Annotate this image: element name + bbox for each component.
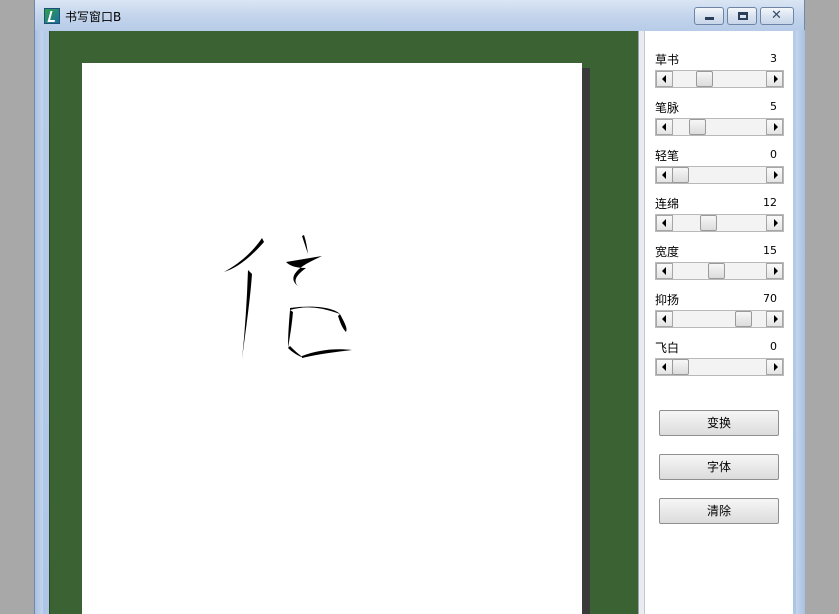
scroll-right-arrow-icon[interactable] bbox=[766, 263, 783, 279]
scroll-right-arrow-icon[interactable] bbox=[766, 167, 783, 183]
caption-buttons: ✕ bbox=[694, 7, 794, 25]
scroll-right-arrow-icon[interactable] bbox=[766, 359, 783, 375]
slider-value-light-stroke: 0 bbox=[770, 148, 777, 161]
slider-thumb[interactable] bbox=[695, 71, 713, 87]
slider-thumb[interactable] bbox=[707, 263, 725, 279]
slider-value-width: 15 bbox=[763, 244, 777, 257]
slider-brush-vein[interactable] bbox=[655, 118, 784, 136]
scroll-left-arrow-icon[interactable] bbox=[656, 71, 673, 87]
slider-value-cadence: 70 bbox=[763, 292, 777, 305]
panel-splitter[interactable] bbox=[638, 31, 645, 614]
slider-label-width: 宽度 bbox=[655, 245, 680, 259]
clear-button[interactable]: 清除 bbox=[659, 498, 779, 524]
scroll-left-arrow-icon[interactable] bbox=[656, 167, 673, 183]
scroll-left-arrow-icon[interactable] bbox=[656, 311, 673, 327]
slider-value-flying-white: 0 bbox=[770, 340, 777, 353]
slider-value-cursive: 3 bbox=[770, 52, 777, 65]
slider-flying-white[interactable] bbox=[655, 358, 784, 376]
slider-width[interactable] bbox=[655, 262, 784, 280]
scroll-right-arrow-icon[interactable] bbox=[766, 215, 783, 231]
slider-label-flying-white: 飞白 bbox=[655, 341, 680, 355]
window-title: 书写窗口B bbox=[65, 10, 122, 24]
slider-label-brush-vein: 笔脉 bbox=[655, 101, 680, 115]
slider-thumb[interactable] bbox=[700, 215, 718, 231]
font-button[interactable]: 字体 bbox=[659, 454, 779, 480]
title-bar[interactable]: 书写窗口B ✕ bbox=[35, 0, 804, 30]
slider-thumb[interactable] bbox=[672, 359, 689, 375]
scroll-left-arrow-icon[interactable] bbox=[656, 215, 673, 231]
slider-label-light-stroke: 轻笔 bbox=[655, 149, 680, 163]
scroll-right-arrow-icon[interactable] bbox=[766, 71, 783, 87]
minimize-icon bbox=[705, 17, 714, 20]
slider-label-cursive: 草书 bbox=[655, 53, 680, 67]
close-button[interactable]: ✕ bbox=[760, 7, 794, 25]
scroll-left-arrow-icon[interactable] bbox=[656, 263, 673, 279]
slider-label-continuity: 连绵 bbox=[655, 197, 680, 211]
maximize-button[interactable] bbox=[727, 7, 757, 25]
calligraphy-character bbox=[224, 235, 352, 360]
control-panel: 草书 3 笔脉 5 轻笔 0 连绵 12 宽度 15 抑扬 70 飞白 0 变换… bbox=[645, 31, 793, 614]
minimize-button[interactable] bbox=[694, 7, 724, 25]
scroll-left-arrow-icon[interactable] bbox=[656, 359, 673, 375]
slider-value-brush-vein: 5 bbox=[770, 100, 777, 113]
slider-cursive[interactable] bbox=[655, 70, 784, 88]
slider-continuity[interactable] bbox=[655, 214, 784, 232]
slider-thumb[interactable] bbox=[672, 167, 689, 183]
desktop-background-left bbox=[0, 0, 34, 614]
maximize-icon bbox=[738, 12, 748, 20]
slider-label-cadence: 抑扬 bbox=[655, 293, 680, 307]
slider-cadence[interactable] bbox=[655, 310, 784, 328]
window-frame-right bbox=[796, 30, 805, 614]
slider-value-continuity: 12 bbox=[763, 196, 777, 209]
scroll-right-arrow-icon[interactable] bbox=[766, 119, 783, 135]
close-icon: ✕ bbox=[771, 8, 782, 23]
transform-button[interactable]: 变换 bbox=[659, 410, 779, 436]
scroll-left-arrow-icon[interactable] bbox=[656, 119, 673, 135]
slider-light-stroke[interactable] bbox=[655, 166, 784, 184]
window-frame-left bbox=[35, 30, 43, 614]
app-icon[interactable] bbox=[44, 8, 60, 24]
desktop-background-right bbox=[805, 0, 839, 614]
slider-thumb[interactable] bbox=[734, 311, 752, 327]
slider-thumb[interactable] bbox=[688, 119, 706, 135]
scroll-right-arrow-icon[interactable] bbox=[766, 311, 783, 327]
